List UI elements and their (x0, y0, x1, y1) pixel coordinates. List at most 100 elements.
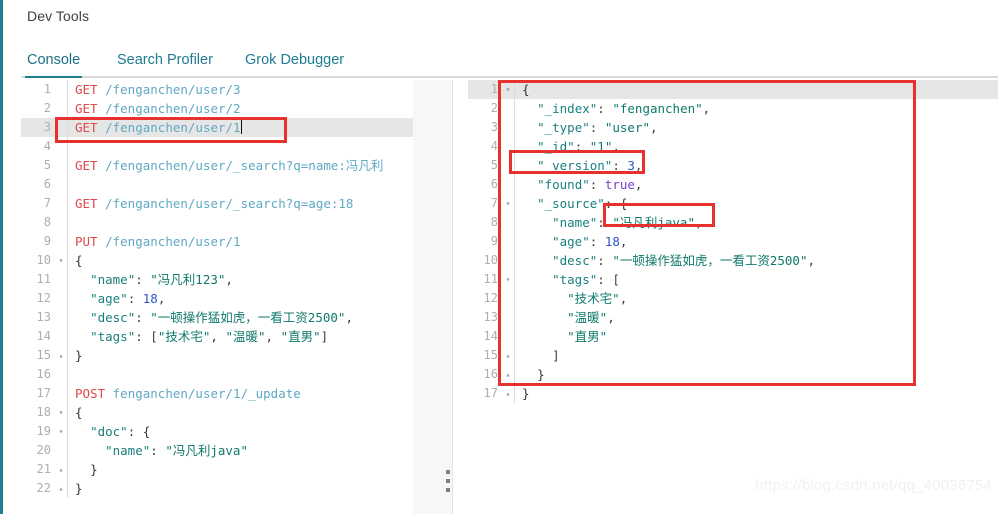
fold-toggle-icon[interactable]: ▾ (502, 270, 514, 289)
code-line[interactable]: 19 ▾ "doc": { (21, 422, 453, 441)
code-line[interactable]: 5 "_version": 3, (468, 156, 998, 175)
code-line-text: } (75, 348, 83, 363)
line-number: 13 (483, 310, 498, 324)
line-number: 8 (490, 215, 498, 229)
gutter-divider (67, 308, 68, 327)
tab-search-profiler[interactable]: Search Profiler (115, 52, 215, 78)
code-line[interactable]: 17 POST fenganchen/user/1/_update (21, 384, 453, 403)
code-line-text: "tags": [ (552, 272, 620, 287)
code-line-text: { (522, 82, 530, 97)
gutter-divider (67, 175, 68, 194)
code-line-text: "found": true, (537, 177, 643, 192)
code-line[interactable]: 7 ▾ "_source": { (468, 194, 998, 213)
code-line[interactable]: 11 "name": "冯凡利123", (21, 270, 453, 289)
code-line[interactable]: 21 ▴ } (21, 460, 453, 479)
code-line[interactable]: 10 "desc": "一顿操作猛如虎，一看工资2500", (468, 251, 998, 270)
response-viewer-lines[interactable]: 1 ▾{2 "_index": "fenganchen", 3 "_type": "… (468, 80, 998, 403)
code-line[interactable]: 8 "name": "冯凡利java", (468, 213, 998, 232)
code-line-text: "_id": "1", (537, 139, 620, 154)
fold-toggle-icon[interactable]: ▴ (502, 384, 514, 403)
line-number: 13 (36, 310, 51, 324)
code-line[interactable]: 4 "_id": "1", (468, 137, 998, 156)
code-line[interactable]: 1 GET /fenganchen/user/3 (21, 80, 453, 99)
code-line[interactable]: 14 "直男" (468, 327, 998, 346)
fold-toggle-icon[interactable]: ▴ (55, 479, 67, 498)
code-line-text: ] (552, 348, 560, 363)
code-line[interactable]: 3 GET /fenganchen/user/1 (21, 118, 453, 137)
fold-toggle-icon[interactable]: ▴ (502, 365, 514, 384)
gutter-divider (514, 99, 515, 118)
gutter-divider (514, 365, 515, 384)
gutter-divider (514, 251, 515, 270)
line-number: 12 (483, 291, 498, 305)
fold-toggle-icon[interactable]: ▾ (502, 80, 514, 99)
fold-toggle-icon[interactable]: ▾ (502, 194, 514, 213)
pane-resize-handle[interactable] (446, 470, 451, 496)
response-viewer[interactable]: 1 ▾{2 "_index": "fenganchen", 3 "_type": "… (468, 80, 998, 514)
code-line-text: "age": 18, (552, 234, 628, 249)
code-line[interactable]: 17 ▴} (468, 384, 998, 403)
code-line-text: "_type": "user", (537, 120, 658, 135)
code-line[interactable]: 9 "age": 18, (468, 232, 998, 251)
code-line-text: GET /fenganchen/user/1 (75, 120, 242, 135)
line-number: 4 (43, 139, 51, 153)
code-line[interactable]: 16 ▴ } (468, 365, 998, 384)
code-line[interactable]: 6 "found": true, (468, 175, 998, 194)
request-editor[interactable]: 1 GET /fenganchen/user/3 2 GET /fenganchen/… (21, 80, 453, 514)
tab-grok-debugger[interactable]: Grok Debugger (243, 52, 346, 78)
code-line[interactable]: 8 (21, 213, 453, 232)
gutter-divider (514, 308, 515, 327)
watermark: https://blog.csdn.net/qq_40036754 (755, 477, 992, 494)
code-line[interactable]: 22 ▴} (21, 479, 453, 498)
line-number: 7 (43, 196, 51, 210)
code-line[interactable]: 20 "name": "冯凡利java" (21, 441, 453, 460)
gutter-divider (67, 213, 68, 232)
gutter-divider (514, 346, 515, 365)
code-line-text: "技术宅", (567, 291, 628, 306)
code-line[interactable]: 13 "desc": "一顿操作猛如虎，一看工资2500", (21, 308, 453, 327)
code-line[interactable]: 14 "tags": ["技术宅", "温暖", "直男"] (21, 327, 453, 346)
code-line[interactable]: 4 (21, 137, 453, 156)
gutter-divider (514, 194, 515, 213)
code-line[interactable]: 1 ▾ { (468, 80, 998, 99)
code-line[interactable]: 18 ▾ { (21, 403, 453, 422)
gutter-divider (67, 365, 68, 384)
tab-console[interactable]: Console (25, 52, 83, 78)
fold-toggle-icon[interactable]: ▾ (55, 403, 67, 422)
code-line[interactable]: 9 PUT /fenganchen/user/1 (21, 232, 453, 251)
code-line-text: GET /fenganchen/user/3 (75, 82, 241, 97)
code-line-text: GET /fenganchen/user/_search?q=age:18 (75, 196, 354, 211)
code-line[interactable]: 15 ▴ ] (468, 346, 998, 365)
fold-toggle-icon[interactable]: ▾ (55, 422, 67, 441)
line-number: 21 (36, 462, 51, 476)
line-number: 4 (490, 139, 498, 153)
gutter-divider (67, 327, 68, 346)
code-line[interactable]: 3 "_type": "user", (468, 118, 998, 137)
code-line[interactable]: 13 "温暖", (468, 308, 998, 327)
code-line[interactable]: 6 (21, 175, 453, 194)
code-line-text: "直男" (567, 329, 608, 344)
fold-toggle-icon[interactable]: ▴ (502, 346, 514, 365)
code-line[interactable]: 7 GET /fenganchen/user/_search?q=age:18 (21, 194, 453, 213)
code-line[interactable]: 5 GET /fenganchen/user/_search?q=name:冯凡利 (21, 156, 453, 175)
code-line[interactable]: 2 GET /fenganchen/user/2 (21, 99, 453, 118)
editor-panes: 1 GET /fenganchen/user/3 2 GET /fenganchen/… (3, 80, 998, 514)
gutter-divider (67, 99, 68, 118)
fold-toggle-icon[interactable]: ▾ (55, 251, 67, 270)
code-line[interactable]: 12 "age": 18, (21, 289, 453, 308)
gutter-divider (67, 194, 68, 213)
code-line[interactable]: 10 ▾ { (21, 251, 453, 270)
code-line[interactable]: 12 "技术宅", (468, 289, 998, 308)
code-line-text: { (75, 253, 83, 268)
gutter-divider (67, 384, 68, 403)
line-number: 10 (483, 253, 498, 267)
fold-toggle-icon[interactable]: ▴ (55, 460, 67, 479)
request-editor-lines[interactable]: 1 GET /fenganchen/user/3 2 GET /fenganchen/… (21, 80, 453, 498)
fold-toggle-icon[interactable]: ▴ (55, 346, 67, 365)
code-line[interactable]: 2 "_index": "fenganchen", (468, 99, 998, 118)
code-line[interactable]: 11 ▾ "tags": [ (468, 270, 998, 289)
code-line[interactable]: 15 ▴} (21, 346, 453, 365)
line-number: 2 (43, 101, 51, 115)
code-line[interactable]: 16 (21, 365, 453, 384)
gutter-divider (514, 156, 515, 175)
